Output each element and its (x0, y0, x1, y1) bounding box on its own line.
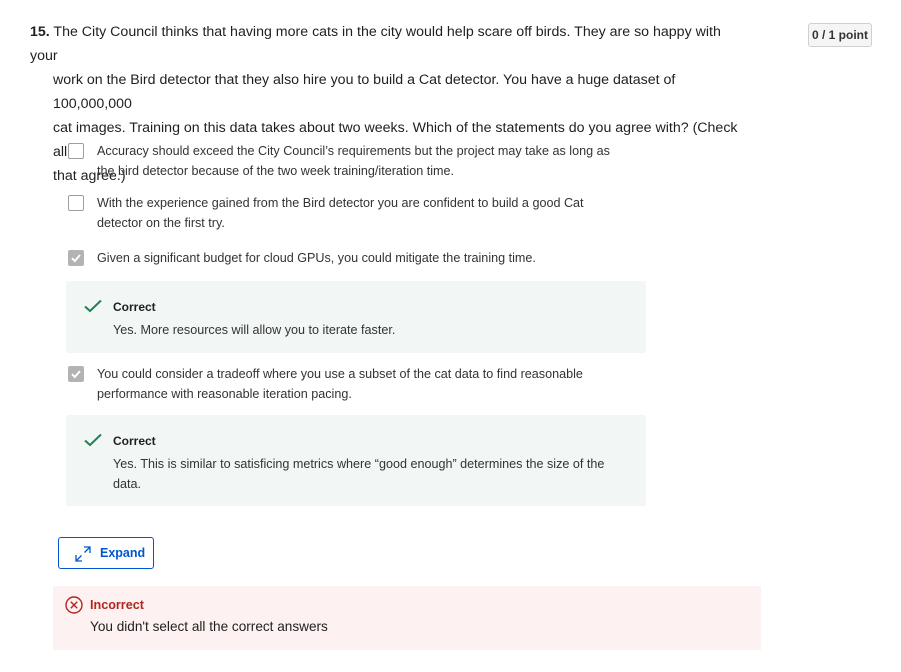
result-label: Incorrect (90, 598, 144, 612)
feedback-correct: Correct Yes. This is similar to satisfic… (66, 415, 646, 506)
answer-option-4[interactable]: You could consider a tradeoff where you … (68, 364, 648, 404)
correct-check-icon (84, 299, 102, 313)
feedback-label: Correct (113, 300, 156, 314)
option-checkbox[interactable] (68, 195, 84, 211)
option-label: You could consider a tradeoff where you … (97, 367, 583, 401)
incorrect-x-icon (65, 596, 83, 614)
option-checkbox-checked[interactable] (68, 366, 84, 382)
correct-check-icon (84, 433, 102, 447)
question-line-2: work on the Bird detector that they also… (53, 72, 676, 112)
option-label: Accuracy should exceed the City Council’… (97, 144, 610, 178)
feedback-correct: Correct Yes. More resources will allow y… (66, 281, 646, 353)
result-incorrect-banner: Incorrect You didn't select all the corr… (53, 586, 761, 650)
option-checkbox[interactable] (68, 143, 84, 159)
feedback-message: Yes. More resources will allow you to it… (113, 323, 396, 337)
checkmark-icon (71, 370, 81, 379)
checkmark-icon (71, 254, 81, 263)
feedback-label: Correct (113, 434, 156, 448)
answer-option-3[interactable]: Given a significant budget for cloud GPU… (68, 248, 648, 268)
result-message: You didn't select all the correct answer… (90, 619, 328, 634)
answer-option-1[interactable]: Accuracy should exceed the City Council’… (68, 141, 648, 181)
score-badge: 0 / 1 point (808, 23, 872, 47)
option-label: Given a significant budget for cloud GPU… (97, 251, 536, 265)
expand-button[interactable]: Expand (58, 537, 154, 569)
feedback-message: Yes. This is similar to satisficing metr… (113, 457, 605, 491)
option-checkbox-checked[interactable] (68, 250, 84, 266)
expand-label: Expand (100, 546, 146, 560)
expand-arrows-icon (75, 546, 91, 562)
question-number: 15. (30, 24, 50, 40)
question-line-1: The City Council thinks that having more… (30, 24, 721, 64)
option-label: With the experience gained from the Bird… (97, 196, 584, 230)
answer-option-2[interactable]: With the experience gained from the Bird… (68, 193, 648, 233)
